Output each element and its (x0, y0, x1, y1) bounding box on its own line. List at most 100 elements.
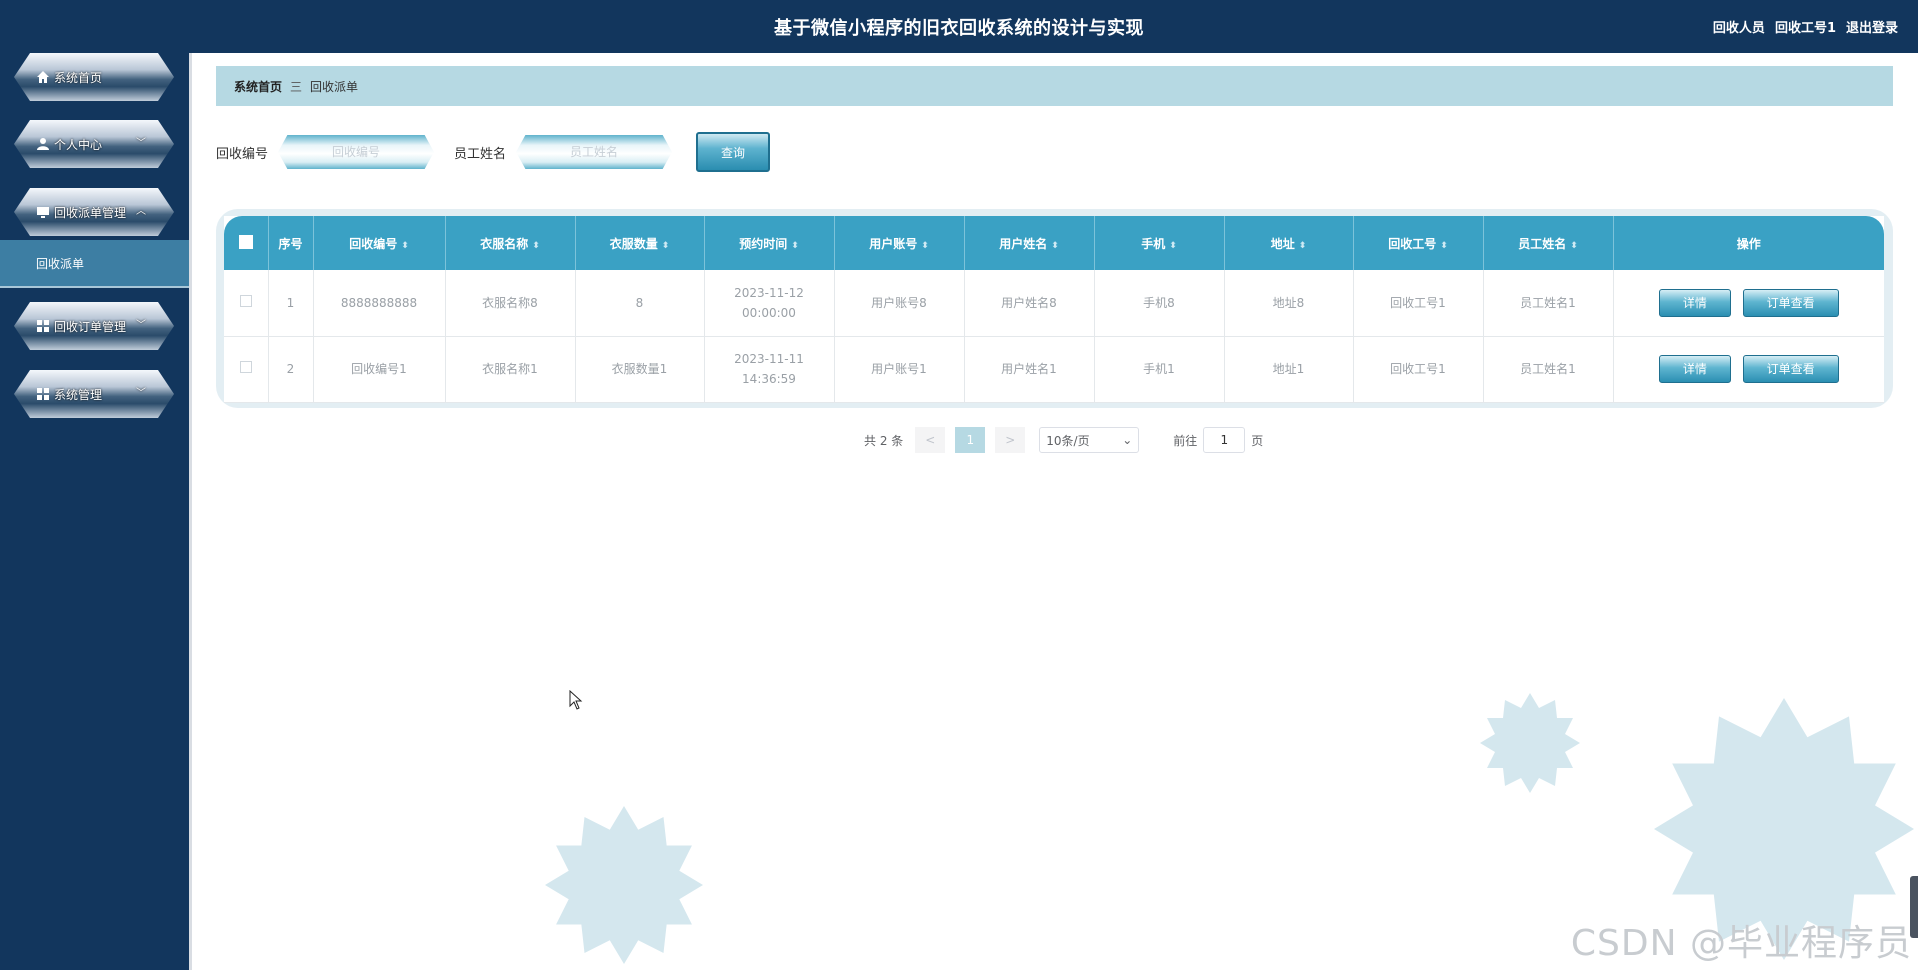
sidebar-item-order-management[interactable]: 回收订单管理 ﹀ (14, 302, 174, 350)
cell: 员工姓名1 (1483, 336, 1614, 403)
column-header[interactable]: 用户姓名 ⬍ (964, 216, 1095, 270)
row-checkbox[interactable] (224, 336, 269, 403)
row-checkbox[interactable] (224, 270, 269, 337)
goto-label: 前往 (1173, 433, 1198, 448)
column-header[interactable]: 回收编号 ⬍ (313, 216, 446, 270)
sort-icon: ⬍ (921, 240, 929, 251)
cell: 2023-11-12 00:00:00 (704, 270, 835, 337)
goto-page-input[interactable]: 1 (1203, 427, 1246, 453)
table-row: 2 回收编号1 衣服名称1 衣服数量1 2023-11-11 14:36:59 … (224, 336, 1884, 403)
breadcrumb-separator-icon: 三 (290, 79, 303, 94)
column-header[interactable]: 预约时间 ⬍ (704, 216, 835, 270)
page-size-value: 10条/页 (1046, 433, 1090, 448)
column-header[interactable]: 回收工号 ⬍ (1353, 216, 1484, 270)
goto-page: 前往 1 页 (1173, 427, 1263, 453)
sidebar-item-dispatch-management[interactable]: 回收派单管理 ︿ (14, 188, 174, 236)
top-bar: 基于微信小程序的旧衣回收系统的设计与实现 回收人员 回收工号1 退出登录 (0, 0, 1918, 53)
chevron-up-icon: ︿ (136, 206, 146, 217)
sort-icon: ⬍ (661, 240, 670, 251)
cell: 回收编号1 (313, 336, 446, 403)
sort-icon: ⬍ (1051, 240, 1059, 251)
view-order-button[interactable]: 订单查看 (1742, 288, 1839, 317)
recycle-number-input[interactable] (294, 144, 419, 160)
column-header: 操作 (1736, 236, 1761, 251)
app-title: 基于微信小程序的旧衣回收系统的设计与实现 (774, 18, 1144, 39)
cell: 衣服名称8 (445, 270, 576, 337)
column-header[interactable]: 衣服名称 ⬍ (445, 216, 576, 270)
sidebar-item-home[interactable]: 系统首页 (14, 53, 174, 101)
grid-icon (36, 319, 50, 333)
user-name: 回收工号1 (1774, 21, 1836, 36)
column-header: 序号 (268, 216, 314, 270)
query-button[interactable]: 查询 (696, 132, 771, 172)
employee-name-input[interactable] (532, 144, 657, 160)
column-header[interactable]: 员工姓名 ⬍ (1483, 216, 1614, 270)
cell: 2023-11-11 14:36:59 (704, 336, 835, 403)
page-size-select[interactable]: 10条/页 ⌄ (1039, 427, 1140, 453)
sidebar-item-label: 个人中心 (54, 137, 103, 152)
sidebar-item-label: 回收派单管理 (54, 205, 127, 220)
actions-cell: 详情 订单查看 (1613, 336, 1884, 403)
monitor-icon (36, 205, 50, 219)
cell: 衣服数量1 (575, 336, 705, 403)
select-all-checkbox[interactable] (224, 216, 269, 270)
sort-icon: ⬍ (1298, 240, 1307, 251)
cell: 用户账号8 (834, 270, 965, 337)
decorative-star (1480, 693, 1580, 793)
decorative-star (545, 806, 703, 964)
detail-button[interactable]: 详情 (1658, 355, 1731, 383)
table-row: 1 8888888888 衣服名称8 8 2023-11-12 00:00:00… (224, 270, 1884, 337)
pagination: 共 2 条 < 1 > 10条/页 ⌄ 前往 1 页 (864, 426, 1263, 454)
sidebar-item-label: 回收订单管理 (54, 319, 127, 334)
cell: 手机1 (1094, 336, 1225, 403)
column-header[interactable]: 衣服数量 ⬍ (575, 216, 705, 270)
sidebar-item-system-management[interactable]: 系统管理 ﹀ (14, 370, 174, 418)
sort-icon: ⬍ (401, 240, 409, 251)
employee-name-label: 员工姓名 (454, 146, 507, 162)
cell: 用户姓名1 (964, 336, 1095, 403)
next-page-button[interactable]: > (995, 427, 1026, 453)
cell: 2 (268, 336, 314, 403)
logout-link[interactable]: 退出登录 (1846, 17, 1898, 36)
prev-page-button[interactable]: < (915, 427, 946, 453)
chevron-down-icon: ⌄ (1122, 433, 1133, 447)
column-header[interactable]: 用户账号 ⬍ (834, 216, 965, 270)
cell: 地址8 (1224, 270, 1354, 337)
cell: 回收工号1 (1353, 336, 1484, 403)
total-count: 共 2 条 (864, 433, 904, 448)
employee-name-field (516, 135, 673, 169)
sidebar: 系统首页 个人中心 ﹀ 回收派单管理 ︿ 回收派单 回收订单管理 ﹀ 系统管理 … (0, 53, 192, 970)
sidebar-item-personal-center[interactable]: 个人中心 ﹀ (14, 120, 174, 168)
breadcrumb: 系统首页 三 回收派单 (216, 66, 1893, 106)
sidebar-item-label: 系统首页 (54, 70, 103, 85)
chevron-down-icon: ﹀ (136, 138, 146, 149)
breadcrumb-home[interactable]: 系统首页 (234, 78, 282, 95)
view-order-button[interactable]: 订单查看 (1742, 355, 1839, 383)
page-number[interactable]: 1 (955, 427, 986, 453)
cell: 手机8 (1094, 270, 1225, 337)
column-header[interactable]: 地址 ⬍ (1224, 216, 1354, 270)
recycle-number-field (278, 135, 435, 169)
cell: 8888888888 (313, 270, 446, 337)
search-bar: 回收编号 员工姓名 查询 (216, 132, 771, 172)
detail-button[interactable]: 详情 (1658, 288, 1731, 317)
chevron-down-icon: ﹀ (136, 320, 146, 331)
chevron-down-icon: ﹀ (136, 388, 146, 399)
user-area: 回收人员 回收工号1 退出登录 (1713, 17, 1898, 36)
cell: 1 (268, 270, 314, 337)
grid-icon (36, 387, 50, 401)
sidebar-subitem-label: 回收派单 (36, 256, 85, 271)
column-header[interactable]: 手机 ⬍ (1094, 216, 1225, 270)
page-unit-label: 页 (1251, 433, 1264, 448)
sort-icon: ⬍ (1169, 240, 1177, 251)
cell: 员工姓名1 (1483, 270, 1614, 337)
cell: 回收工号1 (1353, 270, 1484, 337)
cell: 用户账号1 (834, 336, 965, 403)
sidebar-item-label: 系统管理 (54, 387, 103, 402)
cell: 8 (575, 270, 705, 337)
sort-icon: ⬍ (1440, 240, 1448, 251)
sidebar-subitem-dispatch[interactable]: 回收派单 (0, 240, 189, 288)
user-role: 回收人员 (1712, 21, 1765, 36)
dispatch-table: 序号 回收编号 ⬍ 衣服名称 ⬍ 衣服数量 ⬍ 预约时间 ⬍ 用户账号 ⬍ 用户姓名 ⬍ 手… (224, 216, 1884, 403)
user-icon (36, 137, 50, 151)
